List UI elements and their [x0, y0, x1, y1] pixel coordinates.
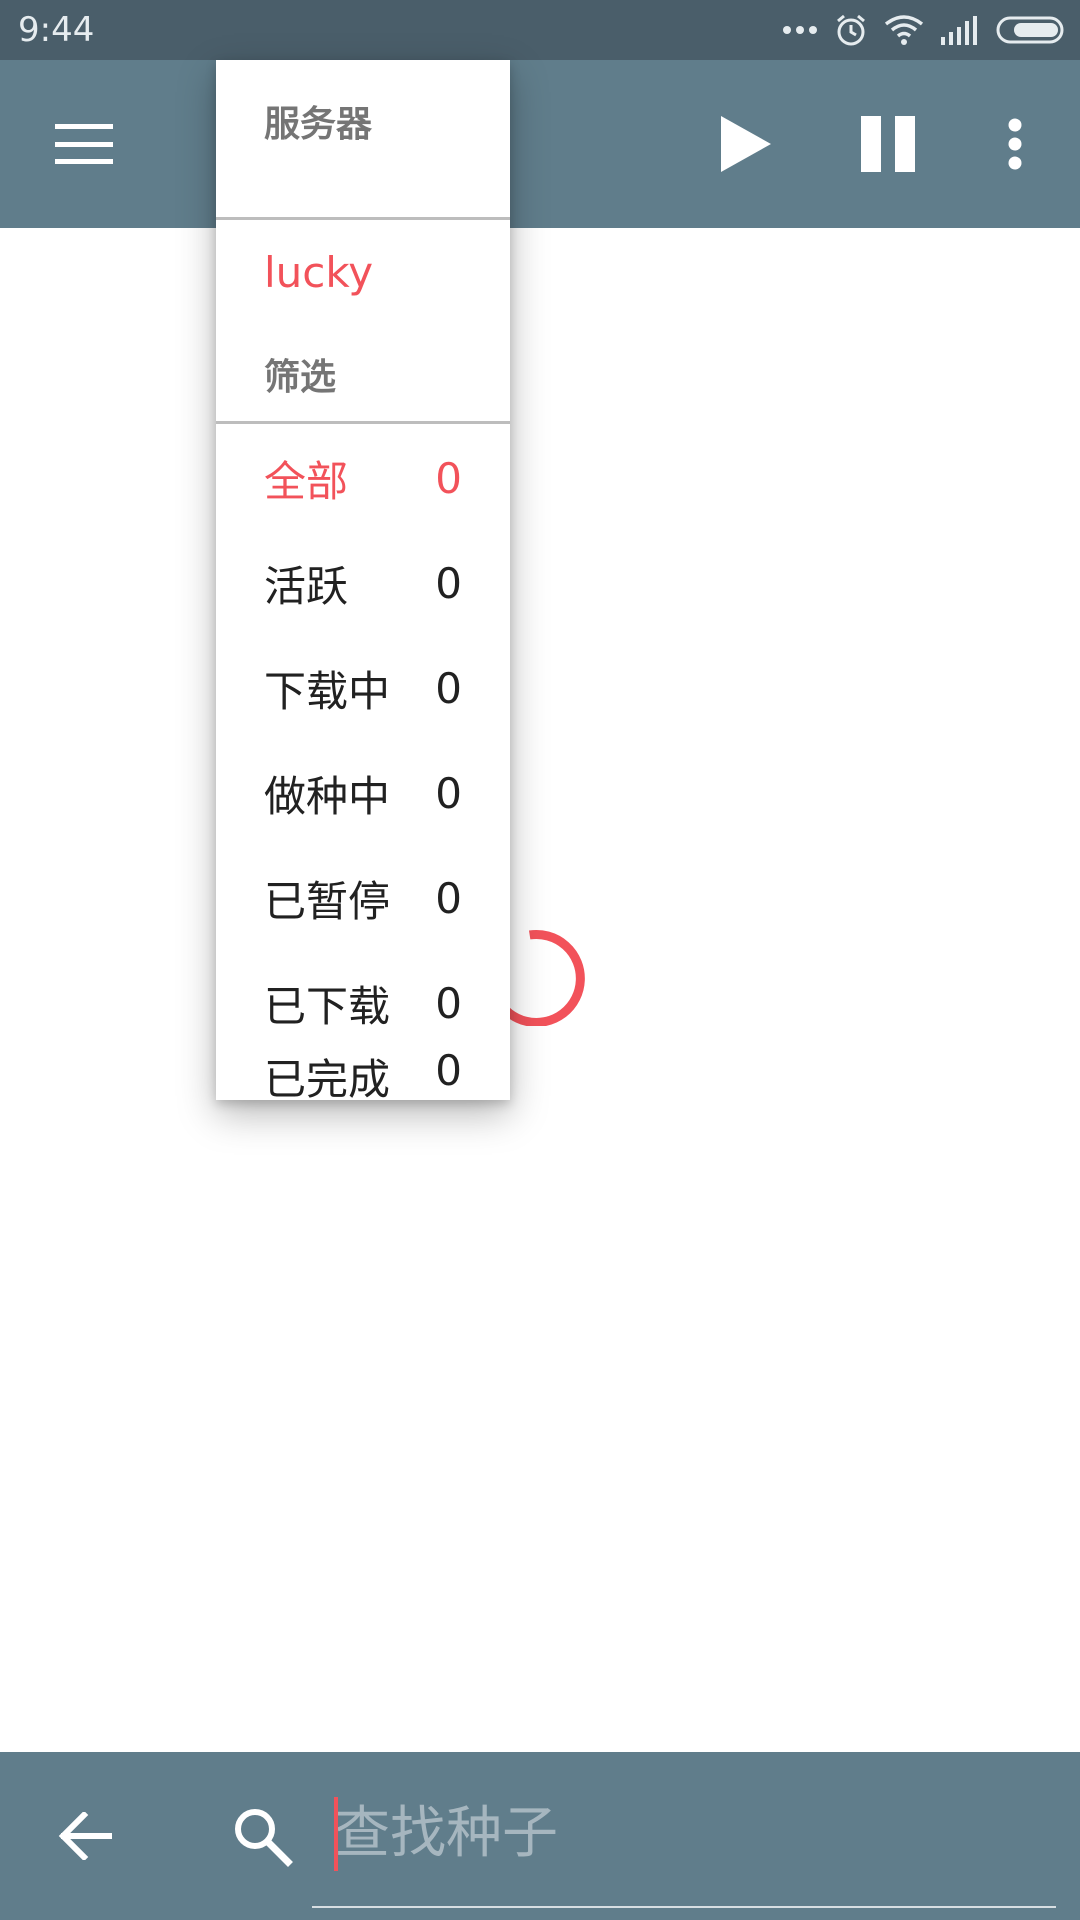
play-button[interactable]: [700, 60, 790, 228]
filter-item-seeding[interactable]: 做种中 0: [216, 741, 510, 846]
pause-button[interactable]: [843, 60, 933, 228]
server-filter-dropdown: 服务器 lucky 筛选 全部 0 活跃 0 下载中 0 做种中 0 已暂停 0…: [216, 60, 510, 1104]
server-section-header: 服务器: [264, 104, 373, 145]
filter-item-count: 0: [435, 874, 462, 923]
filter-item-label: 已下载: [264, 982, 391, 1031]
status-bar: 9:44: [0, 0, 1080, 60]
back-button[interactable]: [40, 1796, 130, 1876]
filter-item-label: 活跃: [264, 562, 349, 611]
filter-item-all[interactable]: 全部 0: [216, 426, 510, 531]
search-icon: [235, 1809, 293, 1867]
filter-item-completed[interactable]: 已完成 0: [216, 1046, 510, 1104]
filter-item-count: 0: [435, 979, 462, 1028]
battery-icon: [996, 16, 1064, 44]
pause-icon: [861, 116, 915, 172]
filter-item-downloading[interactable]: 下载中 0: [216, 636, 510, 741]
server-item[interactable]: lucky: [216, 220, 510, 325]
wifi-icon: [884, 15, 924, 45]
filter-item-paused[interactable]: 已暂停 0: [216, 846, 510, 951]
filter-item-label: 全部: [264, 457, 349, 506]
overflow-menu-button[interactable]: [985, 60, 1045, 228]
menu-button[interactable]: [36, 60, 132, 228]
filter-item-count: 0: [435, 664, 462, 713]
status-time: 9:44: [18, 10, 95, 50]
filter-item-active[interactable]: 活跃 0: [216, 531, 510, 636]
search-underline: [312, 1906, 1056, 1908]
server-item-label: lucky: [264, 248, 374, 297]
filter-item-count: 0: [435, 454, 462, 503]
search-input[interactable]: [334, 1778, 1054, 1888]
filter-item-label: 做种中: [264, 772, 391, 821]
filter-item-count: 0: [435, 769, 462, 818]
more-vert-icon: [1008, 118, 1022, 170]
back-arrow-icon: [58, 1812, 112, 1860]
filter-divider: [216, 421, 510, 424]
app-bar: [0, 60, 1080, 228]
filter-item-label: 已完成: [264, 1055, 391, 1104]
filter-item-label: 下载中: [264, 667, 391, 716]
filter-item-count: 0: [435, 559, 462, 608]
alarm-icon: [837, 14, 865, 46]
filter-section-header: 筛选: [264, 357, 337, 398]
signal-icon: [941, 16, 977, 45]
more-dots-icon: [783, 26, 817, 34]
status-icons: [782, 10, 1066, 50]
hamburger-menu-icon: [55, 124, 113, 164]
search-bar: [0, 1752, 1080, 1920]
play-icon: [721, 116, 771, 172]
filter-item-count: 0: [435, 1046, 462, 1095]
filter-item-label: 已暂停: [264, 877, 391, 926]
filter-item-downloaded[interactable]: 已下载 0: [216, 951, 510, 1056]
text-cursor: [334, 1797, 338, 1871]
